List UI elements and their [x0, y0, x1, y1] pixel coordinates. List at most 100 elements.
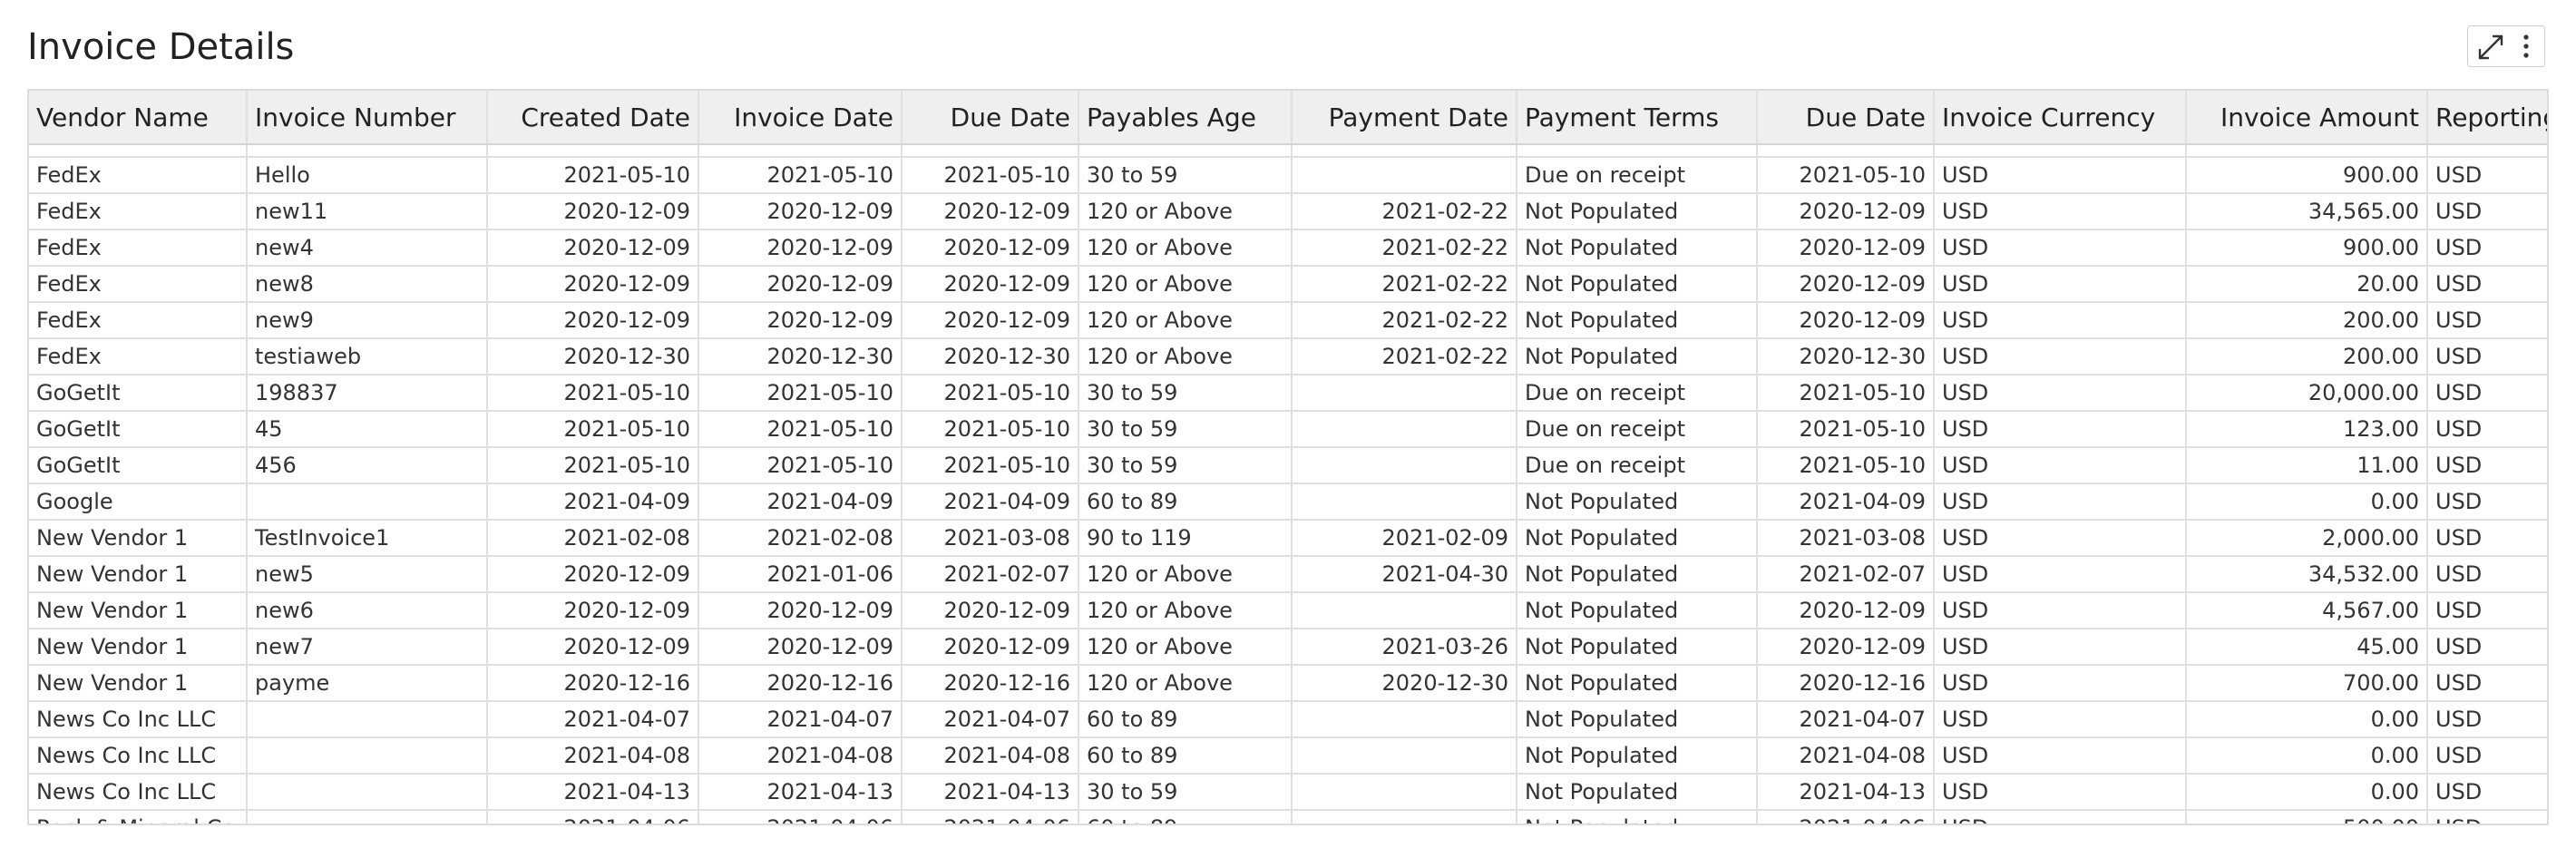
- table-row[interactable]: GoGetIt 45 2021-05-10 2021-05-10 2021-05-10 3…: [29, 411, 2547, 448]
- payables-age-cell: 30 to 59: [1078, 774, 1293, 811]
- due-date-2-cell: 2021-03-08: [1757, 520, 1935, 557]
- table-row[interactable]: GoGetIt 456 2021-05-10 2021-05-10 2021-05-10…: [29, 447, 2547, 484]
- due-date-2-cell: 2021-04-09: [1757, 483, 1935, 521]
- payment-date-cell: [1292, 810, 1517, 824]
- col-header-payment-date[interactable]: Payment Date: [1292, 89, 1517, 145]
- payment-date-cell: [1292, 447, 1517, 484]
- table-row-partial: [29, 144, 2547, 158]
- created-date-cell: 2021-05-10: [487, 375, 699, 412]
- invoice-date-cell: 2020-12-09: [698, 229, 903, 267]
- invoice-amount-cell: 4,567.00: [2186, 592, 2428, 629]
- invoice-amount-cell: 34,532.00: [2186, 556, 2428, 593]
- col-header-due-date[interactable]: Due Date: [902, 89, 1079, 145]
- vertical-dots-icon[interactable]: [2510, 26, 2548, 66]
- table-row[interactable]: GoGetIt 198837 2021-05-10 2021-05-10 2021-05…: [29, 375, 2547, 412]
- table-row[interactable]: Rock & Mineral Co2021-04-062021-04-06202…: [29, 810, 2547, 824]
- created-date-cell: 2021-04-09: [487, 483, 699, 521]
- payment-terms-cell: Not Populated: [1517, 229, 1758, 267]
- due-date-cell: 2020-12-09: [902, 193, 1079, 230]
- invoice-currency-cell: USD: [1934, 375, 2187, 412]
- table-row[interactable]: FedEx Hello 2021-05-10 2021-05-10 2021-05-10…: [29, 157, 2547, 194]
- invoice-amount-cell: 200.00: [2186, 338, 2428, 375]
- invoice-amount-cell: 900.00: [2186, 157, 2428, 194]
- reporting-cell: USD: [2427, 157, 2547, 194]
- due-date-cell: 2021-02-07: [902, 556, 1079, 593]
- created-date-cell: 2020-12-09: [487, 556, 699, 593]
- col-header-invoice-amount[interactable]: Invoice Amount: [2186, 89, 2428, 145]
- table-row[interactable]: New Vendor 1 TestInvoice1 2021-02-08 2021-0…: [29, 520, 2547, 557]
- invoice-number-cell: new9: [247, 302, 488, 339]
- due-date-cell: 2021-04-09: [902, 483, 1079, 521]
- payment-terms-cell: Not Populated: [1517, 737, 1758, 775]
- table-row[interactable]: Google 2021-04-09 2021-04-09 2021-04-09 60 t…: [29, 483, 2547, 521]
- invoice-amount-cell: 0.00: [2186, 737, 2428, 775]
- invoice-table: Vendor Name Invoice Number Created Date …: [29, 89, 2547, 824]
- payables-age-cell: 60 to 89: [1078, 737, 1293, 775]
- table-row[interactable]: FedEx testiaweb 2020-12-30 2020-12-30 2020-1…: [29, 338, 2547, 375]
- payment-terms-cell: Not Populated: [1517, 338, 1758, 375]
- created-date-cell: 2021-05-10: [487, 411, 699, 448]
- due-date-cell: 2021-05-10: [902, 411, 1079, 448]
- invoice-number-cell: Hello: [247, 157, 488, 194]
- table-row[interactable]: FedEx new11 2020-12-09 2020-12-09 2020-12-09…: [29, 193, 2547, 230]
- col-header-payables-age[interactable]: Payables Age: [1078, 89, 1293, 145]
- invoice-amount-cell: 0.00: [2186, 483, 2428, 521]
- reporting-cell: USD: [2427, 193, 2547, 230]
- table-row[interactable]: FedEx new9 2020-12-09 2020-12-09 2020-12-09 1…: [29, 302, 2547, 339]
- payment-date-cell: 2020-12-30: [1292, 665, 1517, 702]
- reporting-cell: USD: [2427, 302, 2547, 339]
- invoice-currency-cell: USD: [1934, 338, 2187, 375]
- table-row[interactable]: FedEx new4 2020-12-09 2020-12-09 2020-12-09 1…: [29, 229, 2547, 267]
- payment-terms-cell: Due on receipt: [1517, 447, 1758, 484]
- col-header-payment-terms[interactable]: Payment Terms: [1517, 89, 1758, 145]
- vendor-name-cell: FedEx: [29, 229, 248, 267]
- invoice-number-cell: new5: [247, 556, 488, 593]
- expand-arrows-icon[interactable]: [2472, 26, 2510, 66]
- due-date-2-cell: 2020-12-09: [1757, 302, 1935, 339]
- invoice-number-cell: 45: [247, 411, 488, 448]
- col-header-invoice-currency[interactable]: Invoice Currency: [1934, 89, 2187, 145]
- vendor-name-cell: Google: [29, 483, 248, 521]
- invoice-table-container[interactable]: Vendor Name Invoice Number Created Date …: [27, 89, 2549, 825]
- col-header-invoice-number[interactable]: Invoice Number: [247, 89, 488, 145]
- col-header-invoice-date[interactable]: Invoice Date: [698, 89, 903, 145]
- table-row[interactable]: New Vendor 1 payme 2020-12-16 2020-12-16 202…: [29, 665, 2547, 702]
- invoice-date-cell: 2020-12-09: [698, 302, 903, 339]
- table-row[interactable]: New Vendor 1 new5 2020-12-09 2021-01-06 2021…: [29, 556, 2547, 593]
- col-header-vendor-name[interactable]: Vendor Name: [29, 89, 248, 145]
- invoice-currency-cell: USD: [1934, 629, 2187, 666]
- invoice-amount-cell: 11.00: [2186, 447, 2428, 484]
- invoice-amount-cell: 45.00: [2186, 629, 2428, 666]
- reporting-cell: USD: [2427, 229, 2547, 267]
- invoice-number-cell: [247, 810, 488, 824]
- col-header-due-date-2[interactable]: Due Date: [1757, 89, 1935, 145]
- table-row[interactable]: FedEx new8 2020-12-09 2020-12-09 2020-12-09 1…: [29, 266, 2547, 303]
- table-row[interactable]: New Vendor 1 new6 2020-12-09 2020-12-09 2020…: [29, 592, 2547, 629]
- reporting-cell: USD: [2427, 701, 2547, 738]
- payables-age-cell: 30 to 59: [1078, 157, 1293, 194]
- reporting-cell: USD: [2427, 411, 2547, 448]
- invoice-currency-cell: USD: [1934, 520, 2187, 557]
- due-date-2-cell: 2021-05-10: [1757, 447, 1935, 484]
- due-date-2-cell: 2020-12-30: [1757, 338, 1935, 375]
- payment-terms-cell: Not Populated: [1517, 556, 1758, 593]
- col-header-created-date[interactable]: Created Date: [487, 89, 699, 145]
- table-row[interactable]: New Vendor 1 new7 2020-12-09 2020-12-09 2020…: [29, 629, 2547, 666]
- col-header-reporting[interactable]: Reporting: [2427, 89, 2547, 145]
- table-row[interactable]: News Co Inc LLC 2021-04-07 2021-04-07 2021-…: [29, 701, 2547, 738]
- invoice-currency-cell: USD: [1934, 592, 2187, 629]
- payment-date-cell: 2021-02-22: [1292, 266, 1517, 303]
- vendor-name-cell: New Vendor 1: [29, 520, 248, 557]
- table-body: FedEx Hello 2021-05-10 2021-05-10 2021-05-10…: [29, 144, 2547, 824]
- payment-date-cell: [1292, 483, 1517, 521]
- payment-date-cell: [1292, 737, 1517, 775]
- table-row[interactable]: News Co Inc LLC 2021-04-08 2021-04-08 2021-…: [29, 737, 2547, 775]
- invoice-number-cell: [247, 737, 488, 775]
- invoice-currency-cell: USD: [1934, 193, 2187, 230]
- payables-age-cell: 60 to 89: [1078, 483, 1293, 521]
- table-row[interactable]: News Co Inc LLC 2021-04-13 2021-04-13 2021-…: [29, 774, 2547, 811]
- vendor-name-cell: New Vendor 1: [29, 629, 248, 666]
- vendor-name-cell: GoGetIt: [29, 411, 248, 448]
- invoice-number-cell: new6: [247, 592, 488, 629]
- invoice-date-cell: 2021-02-08: [698, 520, 903, 557]
